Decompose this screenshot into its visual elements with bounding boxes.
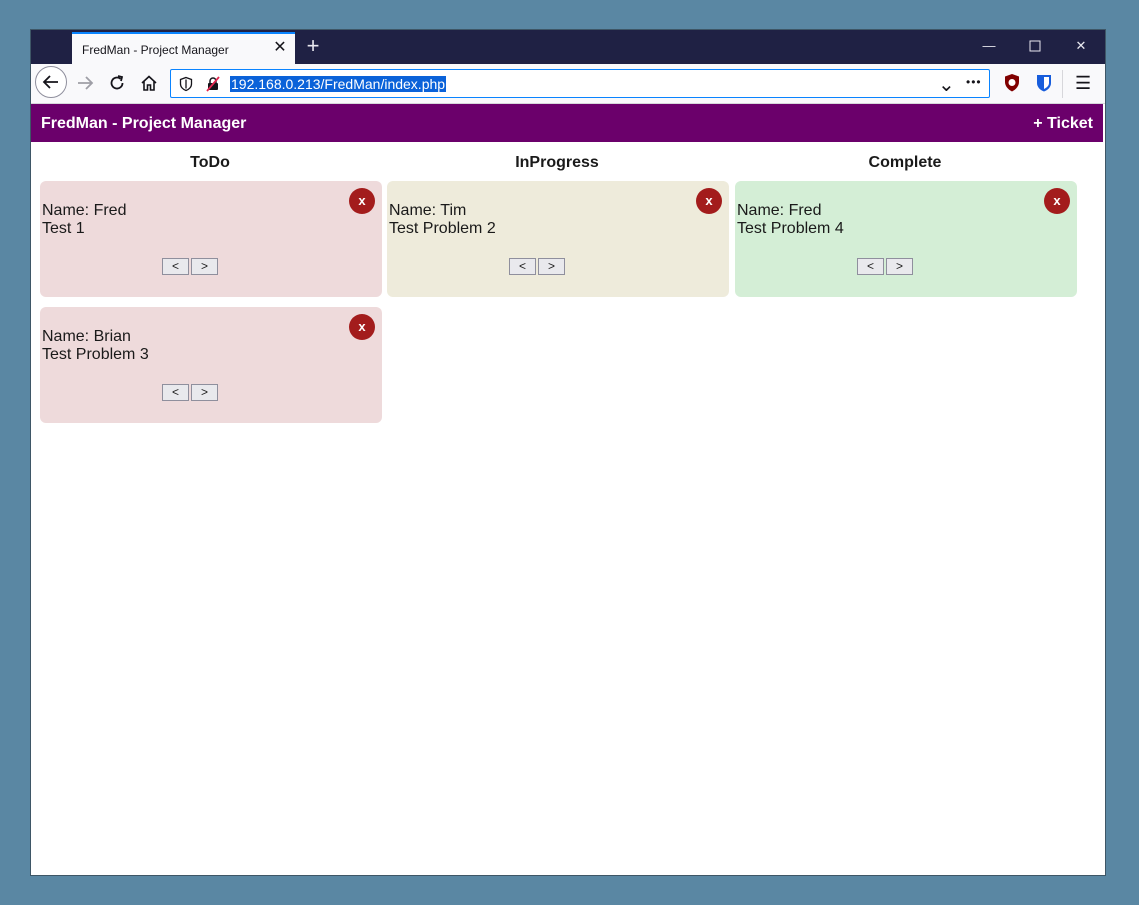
delete-ticket-button[interactable]: x <box>1044 188 1070 214</box>
window-close-icon[interactable]: ✕ <box>1073 38 1089 54</box>
tab-strip: FredMan - Project Manager ✕ + — ✕ <box>31 30 1105 64</box>
tab-close-icon[interactable]: ✕ <box>272 40 288 56</box>
move-right-button[interactable]: > <box>538 258 565 275</box>
column-header-inprogress: InProgress <box>515 154 599 171</box>
url-dropdown-icon[interactable]: ⌄ <box>938 72 955 97</box>
insecure-lock-icon[interactable] <box>205 76 221 92</box>
ticket-name: Name: Tim <box>389 202 467 219</box>
back-arrow-icon <box>42 75 58 89</box>
move-left-button[interactable]: < <box>162 258 189 275</box>
back-button[interactable] <box>35 66 67 98</box>
navigation-bar: 192.168.0.213/FredMan/index.php ⌄ ••• ☰ <box>31 64 1105 104</box>
ticket-card: x Name: Fred Test 1 < > <box>40 181 382 297</box>
move-buttons: < > <box>162 258 218 275</box>
delete-ticket-button[interactable]: x <box>349 188 375 214</box>
move-buttons: < > <box>162 384 218 401</box>
ticket-card: x Name: Brian Test Problem 3 < > <box>40 307 382 423</box>
forward-arrow-icon <box>78 76 94 90</box>
tracking-shield-icon[interactable] <box>178 76 194 92</box>
ticket-description: Test Problem 2 <box>389 220 496 237</box>
home-button[interactable] <box>134 68 164 98</box>
maximize-icon[interactable] <box>1027 38 1043 54</box>
move-right-button[interactable]: > <box>191 384 218 401</box>
minimize-icon[interactable]: — <box>981 38 997 54</box>
ticket-card: x Name: Fred Test Problem 4 < > <box>735 181 1077 297</box>
forward-button[interactable] <box>70 68 100 98</box>
browser-window: FredMan - Project Manager ✕ + — ✕ 192.16… <box>31 30 1105 875</box>
delete-ticket-button[interactable]: x <box>349 314 375 340</box>
move-right-button[interactable]: > <box>191 258 218 275</box>
ticket-card: x Name: Tim Test Problem 2 < > <box>387 181 729 297</box>
move-buttons: < > <box>857 258 913 275</box>
app-page: FredMan - Project Manager + Ticket ToDo … <box>31 104 1105 875</box>
move-left-button[interactable]: < <box>857 258 884 275</box>
reload-icon <box>110 75 124 90</box>
toolbar-separator <box>1062 70 1063 98</box>
tab-title: FredMan - Project Manager <box>82 43 229 57</box>
home-icon <box>141 75 157 91</box>
menu-icon[interactable]: ☰ <box>1075 73 1091 94</box>
delete-ticket-button[interactable]: x <box>696 188 722 214</box>
ublock-icon[interactable] <box>1002 73 1022 93</box>
page-actions-icon[interactable]: ••• <box>966 75 982 89</box>
column-header-todo: ToDo <box>190 154 230 171</box>
ticket-description: Test 1 <box>42 220 85 237</box>
add-ticket-button[interactable]: + Ticket <box>1033 115 1093 133</box>
ticket-name: Name: Brian <box>42 328 131 345</box>
url-text[interactable]: 192.168.0.213/FredMan/index.php <box>230 76 447 92</box>
move-buttons: < > <box>509 258 565 275</box>
reload-button[interactable] <box>102 68 132 98</box>
url-bar[interactable]: 192.168.0.213/FredMan/index.php ⌄ ••• <box>170 69 990 98</box>
ticket-description: Test Problem 3 <box>42 346 149 363</box>
ticket-name: Name: Fred <box>42 202 127 219</box>
ticket-description: Test Problem 4 <box>737 220 844 237</box>
app-header: FredMan - Project Manager + Ticket <box>31 104 1103 142</box>
tab-fredman[interactable]: FredMan - Project Manager ✕ <box>72 32 295 64</box>
app-title: FredMan - Project Manager <box>41 115 247 132</box>
bitwarden-icon[interactable] <box>1034 73 1054 93</box>
move-left-button[interactable]: < <box>162 384 189 401</box>
column-header-complete: Complete <box>868 154 942 171</box>
new-tab-icon[interactable]: + <box>303 35 323 57</box>
move-right-button[interactable]: > <box>886 258 913 275</box>
move-left-button[interactable]: < <box>509 258 536 275</box>
ticket-name: Name: Fred <box>737 202 822 219</box>
